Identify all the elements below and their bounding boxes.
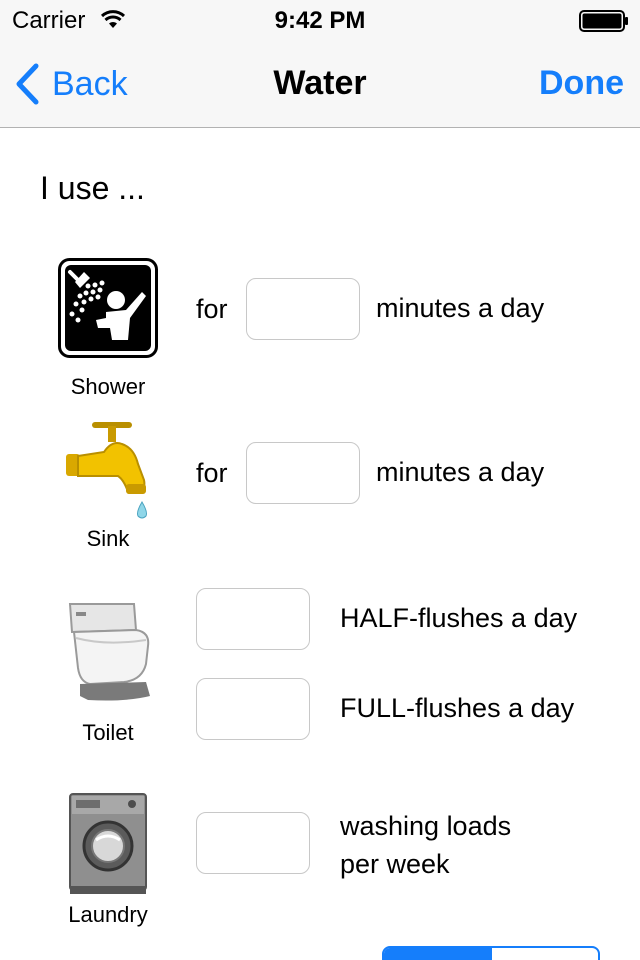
sink-unit-label: minutes a day <box>376 457 545 487</box>
shower-unit-label: minutes a day <box>376 293 545 323</box>
chevron-left-icon <box>14 63 40 105</box>
laundry-unit-line1: washing loads <box>340 811 512 841</box>
segment-2[interactable] <box>490 948 598 960</box>
laundry-label: Laundry <box>68 902 148 927</box>
sink-for-label: for <box>196 458 228 488</box>
status-time: 9:42 PM <box>274 7 366 34</box>
washing-machine-icon <box>66 792 150 901</box>
laundry-unit-line2: per week <box>340 849 450 879</box>
shower-label: Shower <box>70 374 146 399</box>
shower-icon <box>58 258 158 363</box>
toilet-half-flush-label: HALF-flushes a day <box>340 603 578 633</box>
toilet-full-flush-label: FULL-flushes a day <box>340 693 575 723</box>
faucet-icon <box>64 420 156 527</box>
navigation-bar: Back Water Done <box>0 40 640 128</box>
back-button[interactable]: Back <box>14 62 128 106</box>
done-button[interactable]: Done <box>539 64 624 103</box>
status-bar: Carrier 9:42 PM <box>0 0 640 40</box>
sink-minutes-input[interactable] <box>246 442 360 504</box>
intro-text: I use ... <box>40 170 145 206</box>
shower-for-label: for <box>196 294 228 324</box>
battery-icon <box>579 10 629 32</box>
segmented-control[interactable] <box>382 946 600 960</box>
segment-1[interactable] <box>384 948 490 960</box>
back-label: Back <box>52 64 128 103</box>
toilet-full-flush-input[interactable] <box>196 678 310 740</box>
toilet-icon <box>66 602 154 709</box>
laundry-loads-input[interactable] <box>196 812 310 874</box>
toilet-half-flush-input[interactable] <box>196 588 310 650</box>
shower-minutes-input[interactable] <box>246 278 360 340</box>
sink-label: Sink <box>86 526 130 551</box>
toilet-label: Toilet <box>82 720 134 745</box>
